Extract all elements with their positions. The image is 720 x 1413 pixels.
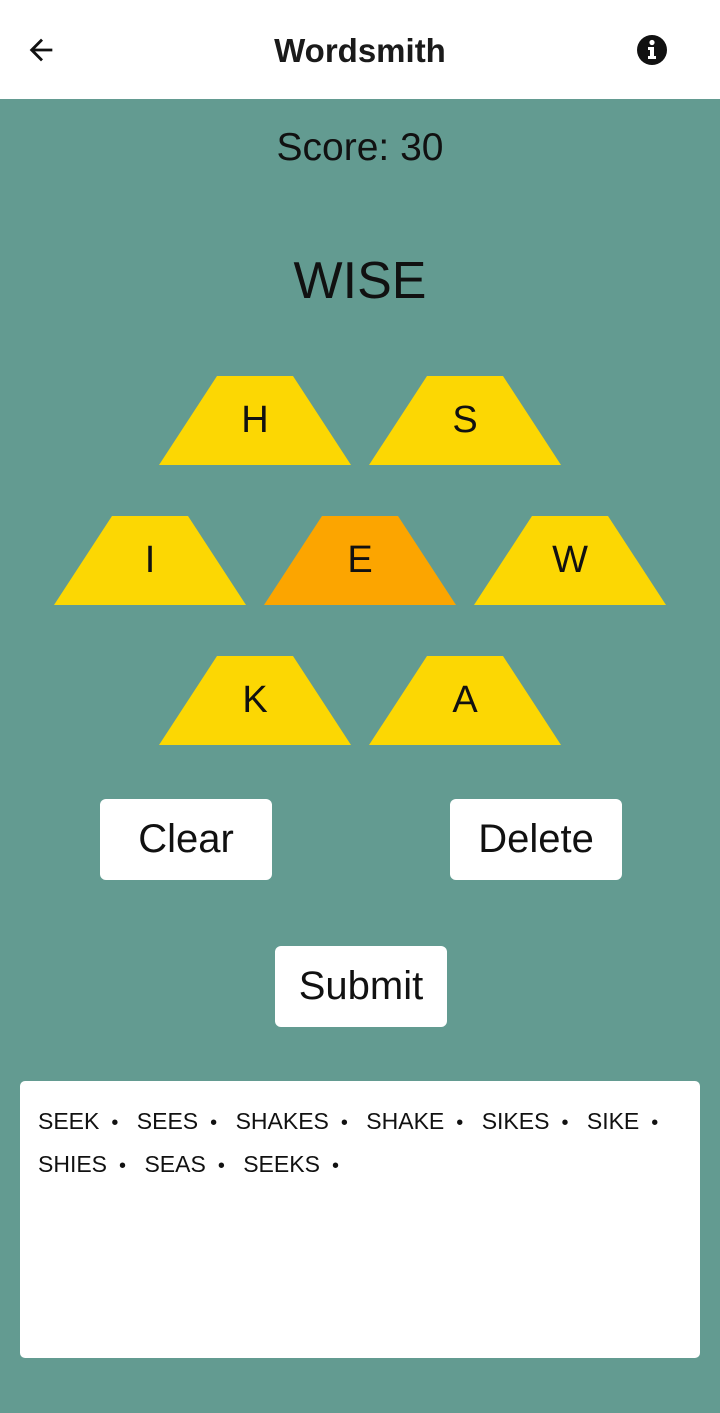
letter-tile[interactable]: H [159, 376, 351, 465]
info-circle-icon [637, 35, 667, 65]
found-word: SHAKE • [366, 1108, 475, 1134]
info-button[interactable] [635, 33, 669, 67]
found-word-text: SEEKS [243, 1151, 320, 1177]
found-word: SHAKES • [236, 1108, 360, 1134]
submit-button[interactable]: Submit [275, 946, 447, 1027]
found-words-list: SEEK • SEES • SHAKES • SHAKE • SIKES • SIKE • … [38, 1101, 682, 1187]
found-word: SEES • [137, 1108, 229, 1134]
tile-letter: S [452, 399, 478, 441]
found-words-panel: SEEK • SEES • SHAKES • SHAKE • SIKES • SIKE • … [20, 1081, 700, 1358]
found-word: SEEK • [38, 1108, 130, 1134]
word-separator: • [331, 1155, 339, 1177]
app-bar: Wordsmith [0, 0, 720, 99]
app-title: Wordsmith [274, 32, 446, 69]
found-word-text: SEEK [38, 1108, 100, 1134]
word-separator: • [119, 1155, 127, 1177]
letter-tile[interactable]: S [369, 376, 561, 465]
tile-letter: E [347, 539, 373, 581]
delete-button[interactable]: Delete [450, 799, 622, 880]
letter-tile[interactable]: A [369, 656, 561, 745]
found-word: SIKE • [587, 1108, 670, 1134]
word-separator: • [456, 1112, 464, 1134]
letter-tile[interactable]: I [54, 516, 246, 605]
found-word-text: SEES [136, 1108, 199, 1134]
current-word: WISE [293, 252, 427, 310]
tile-letter: I [144, 539, 156, 581]
word-separator: • [561, 1112, 569, 1134]
found-word: SHIES • [38, 1151, 138, 1177]
found-word-text: SIKE [586, 1108, 640, 1134]
tile-letter: A [452, 679, 478, 721]
word-separator: • [210, 1112, 218, 1134]
found-word-text: SEAS [144, 1151, 206, 1177]
clear-button[interactable]: Clear [100, 799, 272, 880]
found-word-text: SHAKE [366, 1108, 445, 1134]
tile-letter: K [242, 679, 268, 721]
found-word: SEAS • [144, 1151, 236, 1177]
score-display: Score: 30 [276, 126, 444, 169]
found-word-text: SHAKES [235, 1108, 329, 1134]
word-separator: • [217, 1155, 225, 1177]
found-word: SEEKS • [243, 1151, 351, 1177]
tile-letter: W [552, 539, 588, 581]
letter-tile[interactable]: K [159, 656, 351, 745]
found-word-text: SHIES [38, 1151, 108, 1177]
tile-letter: H [241, 399, 269, 441]
letter-tile[interactable]: W [474, 516, 666, 605]
found-word: SIKES • [482, 1108, 581, 1134]
center-letter-tile[interactable]: E [264, 516, 456, 605]
found-word-text: SIKES [481, 1108, 550, 1134]
word-separator: • [111, 1112, 119, 1134]
word-separator: • [651, 1112, 659, 1134]
word-separator: • [340, 1112, 348, 1134]
